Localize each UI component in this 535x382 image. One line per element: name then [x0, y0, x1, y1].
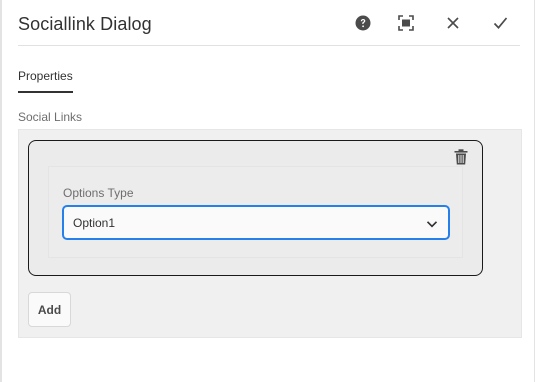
fullscreen-icon — [398, 14, 414, 36]
chevron-down-icon — [426, 217, 438, 229]
tab-properties[interactable]: Properties — [18, 66, 73, 93]
item-fieldset: Options Type Option1 — [48, 166, 463, 258]
help-button[interactable] — [351, 13, 375, 37]
social-links-multifield: Options Type Option1 Add — [18, 129, 522, 338]
tab-list: Properties — [18, 66, 73, 93]
dialog: Sociallink Dialog Properties Social Link… — [0, 0, 535, 382]
close-button[interactable] — [441, 13, 465, 37]
help-circle-icon — [355, 15, 371, 36]
done-button[interactable] — [488, 13, 512, 37]
dialog-header: Sociallink Dialog — [18, 0, 520, 46]
social-links-label: Social Links — [18, 110, 83, 124]
options-type-value: Option1 — [73, 216, 116, 230]
dialog-title: Sociallink Dialog — [18, 14, 152, 34]
multifield-item: Options Type Option1 — [28, 140, 483, 276]
options-type-select[interactable]: Option1 — [63, 206, 449, 239]
checkmark-icon — [493, 16, 508, 35]
close-icon — [446, 16, 460, 35]
add-button[interactable]: Add — [28, 292, 71, 327]
fullscreen-button[interactable] — [394, 13, 418, 37]
options-type-label: Options Type — [63, 186, 134, 200]
